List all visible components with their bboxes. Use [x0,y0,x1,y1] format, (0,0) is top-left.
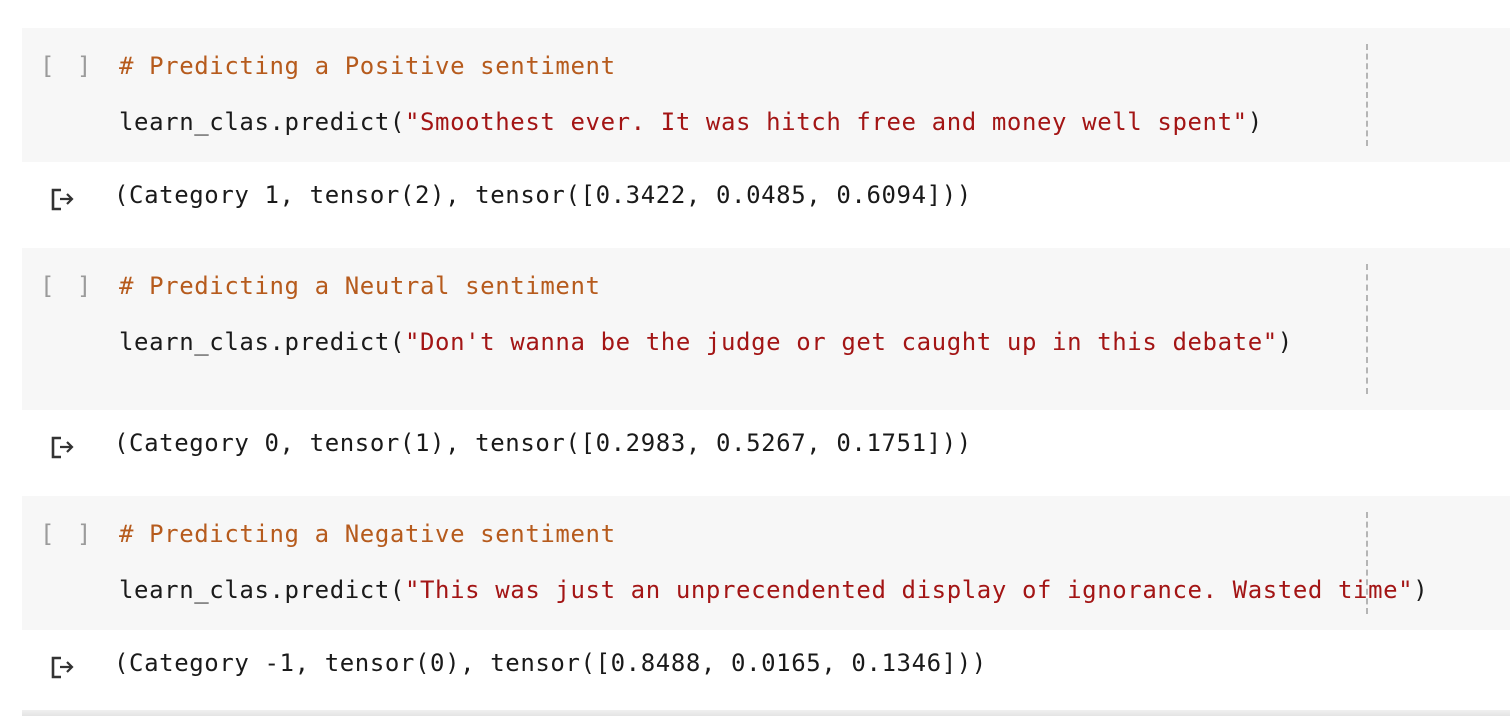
code-call: learn_clas.predict( [119,328,405,356]
output-text: (Category 0, tensor(1), tensor([0.2983, … [114,429,972,457]
code-cell-negative[interactable]: [ ] # Predicting a Negative sentiment le… [22,496,1510,630]
code-comment: # Predicting a Neutral sentiment [119,272,601,300]
output-text: (Category 1, tensor(2), tensor([0.3422, … [114,181,972,209]
cell-output-negative: (Category -1, tensor(0), tensor([0.8488,… [0,636,1510,696]
output-arrow-icon[interactable] [50,654,78,680]
code-call: learn_clas.predict( [119,108,405,136]
cell-output-neutral: (Category 0, tensor(1), tensor([0.2983, … [0,416,1510,476]
next-cell-edge [22,710,1510,716]
output-text: (Category -1, tensor(0), tensor([0.8488,… [114,649,987,677]
run-cell-button[interactable]: [ ] [40,272,95,300]
code-call: learn_clas.predict( [119,576,405,604]
code-string: "This was just an unprecendented display… [404,576,1414,604]
output-arrow-icon[interactable] [50,434,78,460]
code-comment: # Predicting a Positive sentiment [119,52,616,80]
code-cell-neutral[interactable]: [ ] # Predicting a Neutral sentiment lea… [22,248,1510,410]
code-statement[interactable]: learn_clas.predict("This was just an unp… [119,576,1428,604]
code-paren: ) [1247,108,1263,136]
cell-output-positive: (Category 1, tensor(2), tensor([0.3422, … [0,168,1510,228]
line-length-ruler [1366,512,1368,614]
code-statement[interactable]: learn_clas.predict("Smoothest ever. It w… [119,108,1263,136]
code-cell-positive[interactable]: [ ] # Predicting a Positive sentiment le… [22,28,1510,162]
code-string: "Smoothest ever. It was hitch free and m… [404,108,1248,136]
output-arrow-icon[interactable] [50,186,78,212]
code-comment: # Predicting a Negative sentiment [119,520,616,548]
code-paren: ) [1413,576,1429,604]
code-paren: ) [1277,328,1293,356]
code-statement[interactable]: learn_clas.predict("Don't wanna be the j… [119,328,1293,356]
line-length-ruler [1366,264,1368,394]
run-cell-button[interactable]: [ ] [40,52,95,80]
line-length-ruler [1366,44,1368,146]
code-string: "Don't wanna be the judge or get caught … [404,328,1278,356]
run-cell-button[interactable]: [ ] [40,520,95,548]
